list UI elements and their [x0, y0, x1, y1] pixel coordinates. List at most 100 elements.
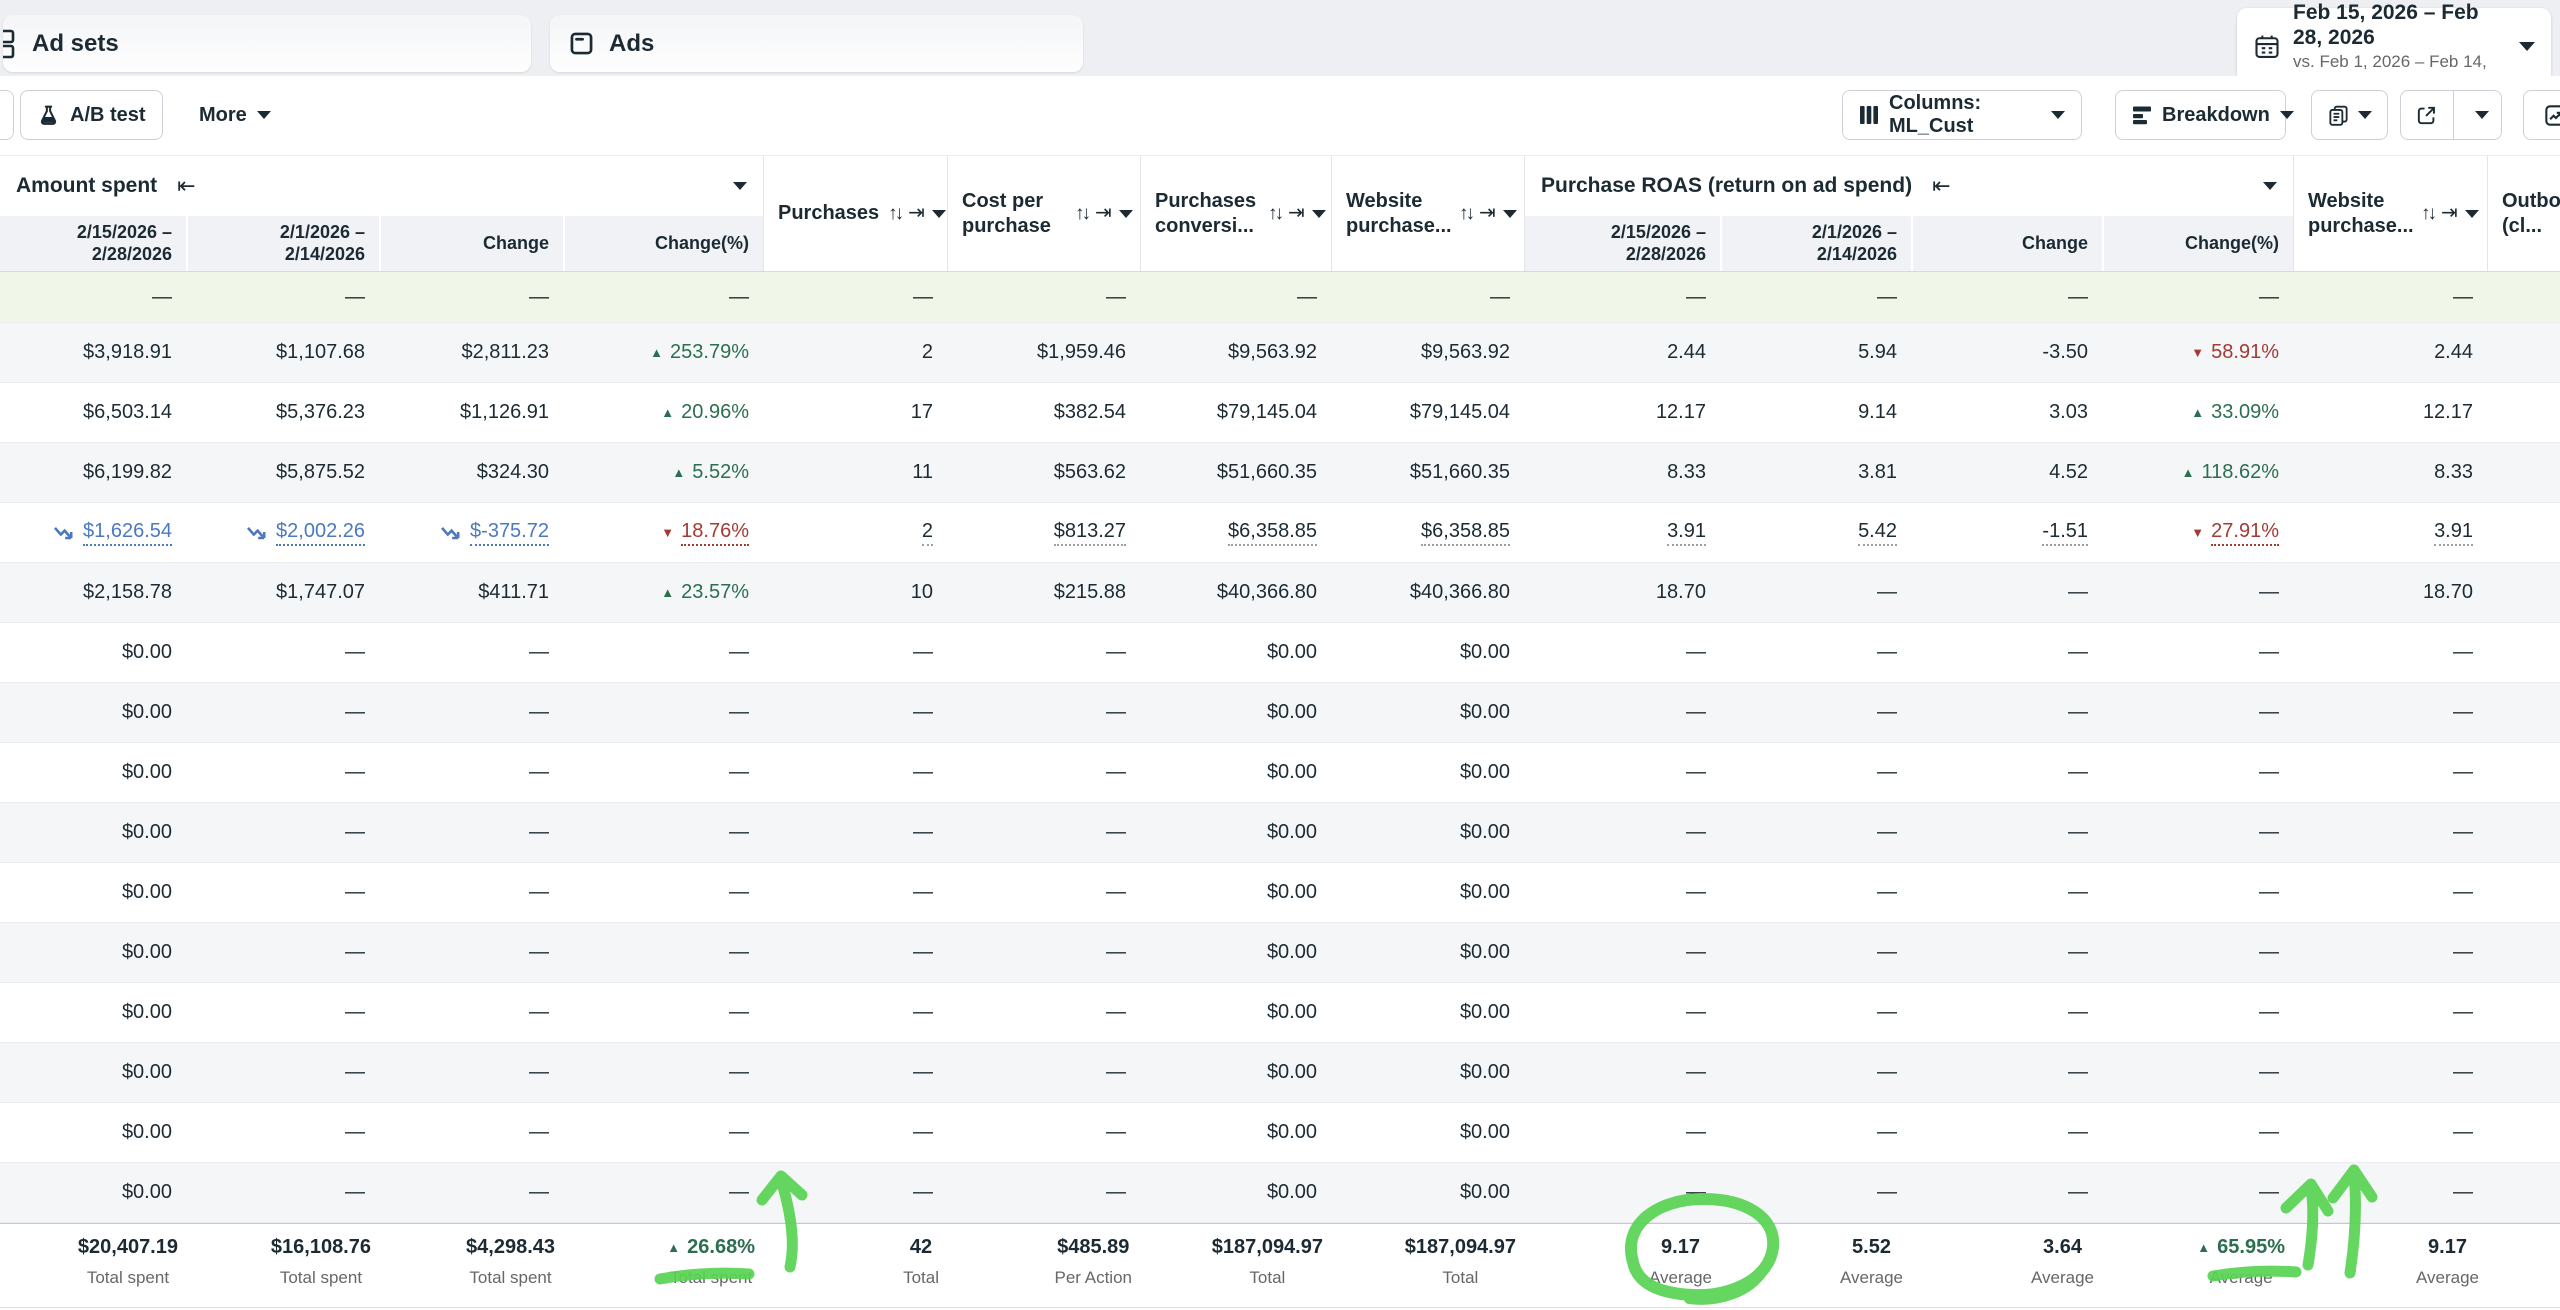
date-range-picker[interactable]: Feb 15, 2026 – Feb 28, 2026 vs. Feb 1, 2…	[2237, 8, 2551, 85]
table-cell: —	[563, 1043, 763, 1102]
table-cell: —	[379, 923, 563, 982]
table-row[interactable]: $3,918.91$1,107.68$2,811.23▲253.79%2$1,9…	[0, 323, 2560, 383]
export-icon[interactable]	[2401, 91, 2454, 139]
table-row[interactable]: $0.00—————$0.00$0.00—————	[0, 1043, 2560, 1103]
table-row[interactable]: $0.00—————$0.00$0.00—————	[0, 983, 2560, 1043]
table-cell	[2487, 1163, 2560, 1222]
table-body: —————————————$3,918.91$1,107.68$2,811.23…	[0, 272, 2560, 1223]
export-split-button[interactable]	[2400, 90, 2502, 140]
table-row[interactable]: $0.00—————$0.00$0.00—————	[0, 1163, 2560, 1223]
chevron-down-icon[interactable]	[932, 210, 946, 218]
table-row[interactable]: $1,626.54$2,002.26$-375.72▼18.76%2$813.2…	[0, 503, 2560, 563]
column-header-purchases[interactable]: Purchases ↑↓⇥	[763, 156, 947, 271]
sort-icon[interactable]: ↑↓	[1459, 202, 1472, 226]
sort-icon[interactable]: ↑↓	[1075, 202, 1088, 226]
more-button[interactable]: More	[183, 90, 287, 140]
table-cell[interactable]: $-375.72	[379, 503, 563, 562]
ab-test-button[interactable]: A/B test	[20, 90, 163, 140]
chevron-down-icon[interactable]	[1119, 210, 1133, 218]
table-row[interactable]: $6,503.14$5,376.23$1,126.91▲20.96%17$382…	[0, 383, 2560, 443]
table-cell: $0.00	[1331, 863, 1524, 922]
table-cell: $411.71	[379, 563, 563, 622]
table-row[interactable]: $6,199.82$5,875.52$324.30▲5.52%11$563.62…	[0, 443, 2560, 503]
table-row[interactable]: $0.00—————$0.00$0.00—————	[0, 923, 2560, 983]
table-row[interactable]: $0.00—————$0.00$0.00—————	[0, 683, 2560, 743]
table-cell: 2	[763, 323, 947, 382]
table-row[interactable]: $0.00—————$0.00$0.00—————	[0, 1103, 2560, 1163]
column-header-website-purchase-roas[interactable]: Website purchase... ↑↓⇥	[2293, 156, 2487, 271]
column-header-outbound-ctr[interactable]: Outbou... CTR (cl...	[2487, 156, 2560, 271]
table-cell: —	[563, 923, 763, 982]
table-cell: —	[1524, 1163, 1720, 1222]
chevron-down-icon[interactable]	[2465, 210, 2479, 218]
table-row[interactable]: $0.00—————$0.00$0.00—————	[0, 623, 2560, 683]
table-cell: $9,563.92	[1140, 323, 1331, 382]
table-cell	[2487, 743, 2560, 802]
tab-ad-sets[interactable]: Ad sets	[3, 15, 531, 72]
column-header-purchases-conversion[interactable]: Purchases conversi... ↑↓⇥	[1140, 156, 1331, 271]
table-cell[interactable]: $2,002.26	[186, 503, 379, 562]
subheader-change-pct[interactable]: Change(%)	[563, 216, 763, 271]
pin-right-icon[interactable]: ⇥	[1095, 201, 1112, 226]
tab-ads[interactable]: Ads	[550, 15, 1083, 72]
table-cell	[2487, 443, 2560, 502]
column-group-amount-spent[interactable]: Amount spent ⇤	[0, 156, 763, 216]
totals-cell: 9.17Average	[2293, 1224, 2487, 1307]
pin-left-icon[interactable]: ⇤	[177, 173, 195, 199]
table-row-highlighted[interactable]: —————————————	[0, 272, 2560, 323]
table-cell	[2487, 1043, 2560, 1102]
reports-button[interactable]	[2311, 90, 2388, 140]
column-header-cost-per-purchase[interactable]: Cost per purchase ↑↓⇥	[947, 156, 1140, 271]
clipped-toolbar-button[interactable]	[0, 90, 14, 140]
subheader-change-pct[interactable]: Change(%)	[2102, 216, 2293, 271]
subheader-change[interactable]: Change	[1911, 216, 2102, 271]
table-row[interactable]: $0.00—————$0.00$0.00—————	[0, 803, 2560, 863]
table-cell: $51,660.35	[1331, 443, 1524, 502]
table-cell: —	[947, 743, 1140, 802]
decrease-arrow-icon: ▼	[2191, 345, 2204, 360]
pin-right-icon[interactable]: ⇥	[1479, 201, 1496, 226]
sort-icon[interactable]: ↑↓	[1268, 202, 1281, 226]
sort-icon[interactable]: ↑↓	[2421, 202, 2434, 226]
table-cell	[2487, 863, 2560, 922]
table-cell: $0.00	[0, 1163, 186, 1222]
chevron-down-icon[interactable]	[733, 182, 747, 190]
table-cell: —	[563, 743, 763, 802]
subheader-change[interactable]: Change	[379, 216, 563, 271]
table-cell: $0.00	[1140, 1043, 1331, 1102]
sort-icon[interactable]: ↑↓	[888, 202, 901, 226]
table-cell: —	[563, 1163, 763, 1222]
pin-right-icon[interactable]: ⇥	[1288, 201, 1305, 226]
chevron-down-icon[interactable]	[1503, 210, 1517, 218]
chevron-down-icon[interactable]	[2263, 182, 2277, 190]
table-cell: 2.44	[1524, 323, 1720, 382]
table-cell: —	[2102, 563, 2293, 622]
subheader-previous-period[interactable]: 2/1/2026 –2/14/2026	[1720, 216, 1911, 271]
table-cell: —	[186, 923, 379, 982]
table-cell: 17	[763, 383, 947, 442]
table-cell: $563.62	[947, 443, 1140, 502]
pin-right-icon[interactable]: ⇥	[908, 201, 925, 226]
breakdown-button[interactable]: Breakdown	[2115, 90, 2286, 140]
table-cell: ▲23.57%	[563, 563, 763, 622]
totals-cell: 9.17Average	[1524, 1224, 1720, 1307]
table-cell[interactable]: $1,626.54	[0, 503, 186, 562]
column-header-website-purchase[interactable]: Website purchase... ↑↓⇥	[1331, 156, 1524, 271]
subheader-current-period[interactable]: 2/15/2026 –2/28/2026	[1524, 216, 1720, 271]
table-row[interactable]: $0.00—————$0.00$0.00—————	[0, 743, 2560, 803]
chevron-down-icon[interactable]	[1312, 210, 1326, 218]
pin-right-icon[interactable]: ⇥	[2441, 201, 2458, 226]
column-group-purchase-roas[interactable]: Purchase ROAS (return on ad spend) ⇤	[1524, 156, 2293, 216]
subheader-current-period[interactable]: 2/15/2026 –2/28/2026	[0, 216, 186, 271]
columns-button[interactable]: Columns: ML_Cust	[1842, 90, 2082, 140]
table-cell: —	[1911, 563, 2102, 622]
pin-left-icon[interactable]: ⇤	[1932, 173, 1950, 199]
table-row[interactable]: $0.00—————$0.00$0.00—————	[0, 863, 2560, 923]
totals-cell: ▲65.95%Average	[2102, 1224, 2293, 1307]
breakdown-label: Breakdown	[2162, 104, 2270, 127]
table-cell: $0.00	[1140, 623, 1331, 682]
view-charts-button[interactable]	[2523, 90, 2560, 140]
subheader-previous-period[interactable]: 2/1/2026 –2/14/2026	[186, 216, 379, 271]
table-row[interactable]: $2,158.78$1,747.07$411.71▲23.57%10$215.8…	[0, 563, 2560, 623]
export-options-caret[interactable]	[2464, 91, 2501, 139]
